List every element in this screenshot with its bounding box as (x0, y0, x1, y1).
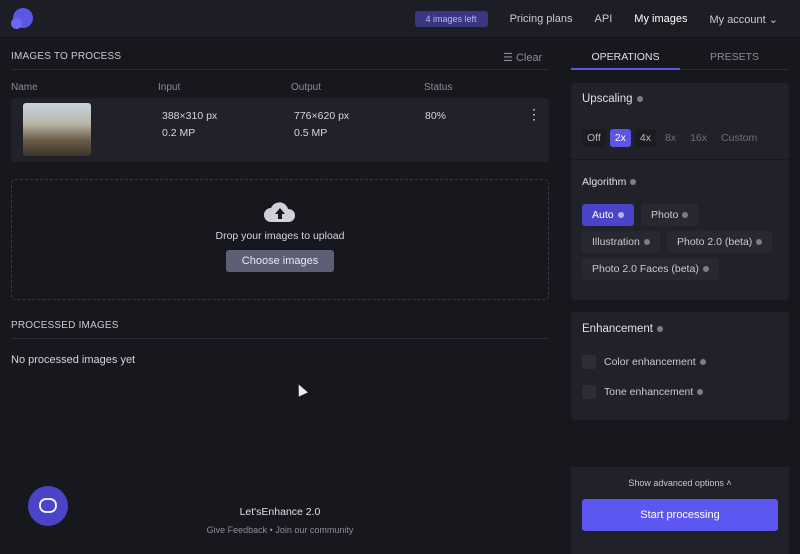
column-status: Status (424, 82, 453, 93)
give-feedback-link[interactable]: Give Feedback (207, 525, 268, 535)
info-icon[interactable] (656, 325, 663, 332)
info-icon[interactable] (697, 389, 704, 396)
status-value: 80% (425, 110, 447, 122)
info-icon (682, 212, 689, 219)
upscale-4x[interactable]: 4x (634, 129, 656, 147)
tab-presets[interactable]: PRESETS (680, 51, 789, 63)
divider (11, 338, 549, 339)
algorithm-panel: Algorithm Auto Photo Illustration Photo … (571, 160, 789, 300)
processed-images-title: PROCESSED IMAGES (11, 320, 119, 331)
color-enhancement-checkbox[interactable] (582, 355, 596, 369)
footer-brand: Let'sEnhance 2.0 (239, 506, 321, 518)
nav-api[interactable]: API (595, 13, 613, 25)
output-size: 776×620 px (294, 110, 350, 122)
tone-enhancement-label[interactable]: Tone enhancement (604, 386, 693, 398)
divider (11, 69, 549, 70)
show-advanced-options[interactable]: Show advanced options ˄ (571, 478, 789, 488)
upscale-2x[interactable]: 2x (609, 129, 631, 147)
nav-pricing-plans[interactable]: Pricing plans (510, 13, 573, 25)
tone-enhancement-checkbox[interactable] (582, 385, 596, 399)
color-enhancement-label[interactable]: Color enhancement (604, 356, 696, 368)
upscaling-title: Upscaling (582, 93, 633, 105)
info-icon (617, 212, 624, 219)
upscale-off[interactable]: Off (582, 129, 606, 147)
upscale-custom[interactable]: Custom (716, 129, 762, 147)
top-bar: 4 images left Pricing plans API My image… (0, 0, 800, 38)
images-to-process-title: IMAGES TO PROCESS (11, 51, 122, 62)
nav-my-images[interactable]: My images (634, 13, 687, 25)
upload-dropzone[interactable]: Drop your images to upload Choose images (11, 179, 549, 300)
upscaling-panel: Upscaling Off 2x 4x 8x 16x Custom (571, 83, 789, 159)
drop-text: Drop your images to upload (215, 230, 345, 242)
upscale-8x[interactable]: 8x (660, 129, 681, 147)
label: Photo (651, 209, 679, 221)
input-size: 388×310 px (162, 110, 218, 122)
algorithm-photo[interactable]: Photo (641, 204, 699, 226)
choose-images-button[interactable]: Choose images (225, 250, 335, 272)
info-icon[interactable] (699, 359, 706, 366)
active-tab-indicator (571, 68, 680, 70)
enhancement-panel: Enhancement Color enhancement Tone enhan… (571, 312, 789, 420)
upscale-16x[interactable]: 16x (685, 129, 712, 147)
info-icon[interactable] (636, 95, 643, 102)
input-mp: 0.2 MP (162, 127, 196, 139)
empty-state: No processed images yet (11, 354, 136, 366)
nav-my-account[interactable]: My account ⌄ (709, 13, 778, 26)
clear-button[interactable]: ☰ Clear (503, 51, 542, 64)
algorithm-illustration[interactable]: Illustration (582, 231, 660, 253)
more-options-icon[interactable]: ⋮ (527, 106, 541, 123)
output-mp: 0.5 MP (294, 127, 328, 139)
tabs: OPERATIONS PRESETS (571, 44, 789, 70)
label: Photo 2.0 (beta) (677, 236, 753, 248)
list-icon: ☰ (503, 52, 513, 64)
chat-button[interactable] (28, 486, 68, 526)
info-icon (702, 266, 709, 273)
logo[interactable] (11, 8, 33, 30)
info-icon (756, 239, 763, 246)
join-community-link[interactable]: Join our community (275, 525, 353, 535)
tab-operations[interactable]: OPERATIONS (571, 51, 680, 63)
algorithm-title: Algorithm (582, 176, 627, 188)
separator: • (269, 525, 273, 535)
column-name: Name (11, 82, 38, 93)
mouse-cursor (294, 382, 308, 397)
label: Photo 2.0 Faces (beta) (592, 263, 699, 275)
chat-icon (39, 498, 57, 513)
images-left-badge: 4 images left (414, 11, 488, 27)
image-thumbnail[interactable] (23, 103, 91, 156)
chevron-down-icon: ⌄ (768, 13, 778, 26)
table-row: 388×310 px 0.2 MP 776×620 px 0.5 MP 80% ⋮ (11, 98, 549, 162)
algorithm-auto[interactable]: Auto (582, 204, 634, 226)
column-output: Output (291, 82, 322, 93)
my-account-label: My account (709, 13, 766, 26)
info-icon (643, 239, 650, 246)
info-icon[interactable] (630, 179, 637, 186)
algorithm-photo-2[interactable]: Photo 2.0 (beta) (667, 231, 773, 253)
label: Auto (592, 209, 614, 221)
actions-panel: Show advanced options ˄ Start processing (571, 467, 789, 554)
enhancement-title: Enhancement (582, 323, 653, 335)
start-processing-button[interactable]: Start processing (582, 499, 778, 531)
algorithm-photo-2-faces[interactable]: Photo 2.0 Faces (beta) (582, 258, 719, 280)
label: Illustration (592, 236, 640, 248)
column-input: Input (158, 82, 181, 93)
clear-label: Clear (515, 52, 543, 64)
cloud-upload-icon (263, 200, 297, 224)
